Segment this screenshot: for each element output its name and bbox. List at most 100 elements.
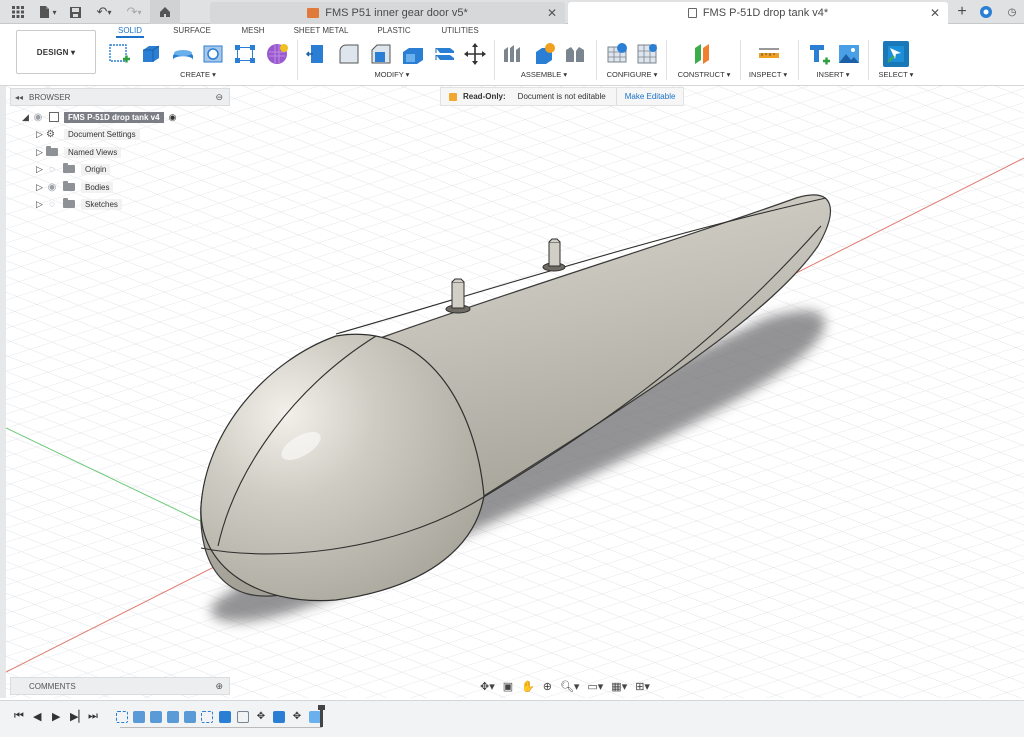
configure-menu[interactable]: CONFIGURE ▾ xyxy=(604,70,660,79)
help-icon[interactable] xyxy=(978,0,994,24)
undo-icon[interactable]: ↶ ▾ xyxy=(92,0,116,24)
zoom-window-icon[interactable]: 🔍︎▾ xyxy=(560,680,580,693)
browser-root[interactable]: ◢ ◉ FMS P-51D drop tank v4 ◉ xyxy=(22,109,176,125)
configure-table-icon[interactable] xyxy=(604,41,630,67)
combine-icon[interactable] xyxy=(432,41,458,67)
new-component-icon[interactable] xyxy=(500,41,526,67)
add-comment-icon[interactable]: ⊕ xyxy=(215,681,223,692)
expand-arrow-icon[interactable]: ▷ xyxy=(36,147,46,158)
timeline-prev-icon[interactable]: ◀ xyxy=(33,710,41,723)
timeline-marker-head[interactable] xyxy=(318,705,325,710)
tab-plastic[interactable]: PLASTIC xyxy=(376,26,412,35)
timeline-marker[interactable] xyxy=(320,707,323,727)
configure-rules-icon[interactable] xyxy=(634,41,660,67)
measure-icon[interactable] xyxy=(756,41,782,67)
close-icon[interactable]: ✕ xyxy=(930,6,940,20)
browser-item-origin[interactable]: ▷ ◌ Origin xyxy=(36,161,111,177)
select-menu[interactable]: SELECT ▾ xyxy=(876,70,916,79)
root-component-label[interactable]: FMS P-51D drop tank v4 xyxy=(64,111,164,123)
viewport-canvas[interactable] xyxy=(6,86,1024,698)
comments-panel[interactable]: COMMENTS ⊕ xyxy=(10,677,230,695)
timeline-play-icon[interactable]: ▶ xyxy=(52,710,60,723)
expand-arrow-icon[interactable]: ▷ xyxy=(36,199,46,210)
pattern-icon[interactable] xyxy=(232,41,258,67)
inspect-menu[interactable]: INSPECT ▾ xyxy=(746,70,790,79)
revolve-icon[interactable] xyxy=(170,41,196,67)
offset-plane-icon[interactable] xyxy=(690,41,716,67)
tab-utilities[interactable]: UTILITIES xyxy=(440,26,480,35)
redo-icon[interactable]: ↷ ▾ xyxy=(122,0,146,24)
form-icon[interactable] xyxy=(264,41,290,67)
tab-inner-gear-door[interactable]: FMS P51 inner gear door v5* ✕ xyxy=(210,2,565,24)
timeline-revolve-icon[interactable] xyxy=(167,711,179,723)
add-tab-icon[interactable]: + xyxy=(952,0,972,24)
extrude-icon[interactable] xyxy=(138,41,164,67)
grid-menu-icon[interactable] xyxy=(8,0,28,24)
timeline-sketch-icon[interactable] xyxy=(201,711,213,723)
tab-drop-tank[interactable]: FMS P-51D drop tank v4* ✕ xyxy=(568,2,948,24)
timeline-extrude-icon[interactable] xyxy=(219,711,231,723)
tab-surface[interactable]: SURFACE xyxy=(172,26,212,35)
timeline-last-icon[interactable]: ⏭ xyxy=(88,710,98,723)
chamfer-icon[interactable] xyxy=(368,41,394,67)
insert-canvas-icon[interactable] xyxy=(836,41,862,67)
browser-item-bodies[interactable]: ▷ ◉ Bodies xyxy=(36,179,114,195)
timeline-combine-icon[interactable] xyxy=(273,711,285,723)
activate-radio-icon[interactable]: ◉ xyxy=(169,112,177,123)
close-icon[interactable]: ✕ xyxy=(547,6,557,20)
look-at-icon[interactable]: ▣ xyxy=(503,680,513,693)
home-icon[interactable] xyxy=(150,0,180,24)
orbit-icon[interactable]: ✥▾ xyxy=(480,680,495,693)
as-built-joint-icon[interactable] xyxy=(562,41,588,67)
insert-menu[interactable]: INSERT ▾ xyxy=(812,70,854,79)
browser-item-named-views[interactable]: ▷ Named Views xyxy=(36,144,122,160)
press-pull-icon[interactable] xyxy=(304,41,330,67)
insert-derive-icon[interactable] xyxy=(806,41,832,67)
timeline-move-icon[interactable]: ✥ xyxy=(291,711,303,723)
browser-panel-header[interactable]: ◂◂ BROWSER ⊖ xyxy=(10,88,230,106)
tab-sheet-metal[interactable]: SHEET METAL xyxy=(292,26,350,35)
browser-item-sketches[interactable]: ▷ ◌ Sketches xyxy=(36,196,122,212)
eye-icon[interactable]: ◉ xyxy=(32,112,44,123)
save-icon[interactable] xyxy=(66,0,84,24)
timeline-revolve-icon[interactable] xyxy=(133,711,145,723)
expand-arrow-icon[interactable]: ▷ xyxy=(36,129,46,140)
collapse-icon[interactable]: ◂◂ xyxy=(15,93,23,102)
make-editable-button[interactable]: Make Editable xyxy=(615,88,684,105)
viewports-icon[interactable]: ⊞▾ xyxy=(635,680,650,693)
joint-icon[interactable] xyxy=(532,41,558,67)
eye-hidden-icon[interactable]: ◌ xyxy=(46,199,58,210)
collapse-arrow-icon[interactable]: ◢ xyxy=(22,112,32,123)
hole-icon[interactable] xyxy=(200,41,226,67)
timeline-next-icon[interactable]: ▶▏ xyxy=(70,710,87,723)
timeline-move-icon[interactable]: ✥ xyxy=(255,711,267,723)
tab-solid[interactable]: SOLID xyxy=(116,26,144,38)
eye-hidden-icon[interactable]: ◌ xyxy=(46,164,58,175)
workspace-switcher[interactable]: DESIGN ▾ xyxy=(16,30,96,74)
timeline-revolve-icon[interactable] xyxy=(150,711,162,723)
select-icon[interactable] xyxy=(883,41,909,67)
timeline-sketch-icon[interactable] xyxy=(116,711,128,723)
create-menu[interactable]: CREATE ▾ xyxy=(178,70,218,79)
display-settings-icon[interactable]: ▭▾ xyxy=(587,680,603,693)
shell-icon[interactable] xyxy=(400,41,426,67)
expand-arrow-icon[interactable]: ▷ xyxy=(36,164,46,175)
construct-menu[interactable]: CONSTRUCT ▾ xyxy=(674,70,734,79)
clock-icon[interactable]: ◷ xyxy=(1002,0,1022,24)
browser-toggle-icon[interactable]: ⊖ xyxy=(215,92,223,103)
timeline-revolve-icon[interactable] xyxy=(184,711,196,723)
pan-icon[interactable]: ✋ xyxy=(521,680,535,693)
expand-arrow-icon[interactable]: ▷ xyxy=(36,182,46,193)
timeline-split-icon[interactable] xyxy=(237,711,249,723)
modify-menu[interactable]: MODIFY ▾ xyxy=(372,70,412,79)
assemble-menu[interactable]: ASSEMBLE ▾ xyxy=(518,70,570,79)
browser-item-document-settings[interactable]: ▷ ⚙ Document Settings xyxy=(36,126,140,142)
tab-mesh[interactable]: MESH xyxy=(240,26,266,35)
zoom-icon[interactable]: ⊕ xyxy=(543,680,552,693)
timeline-first-icon[interactable]: ⏮ xyxy=(14,710,24,723)
file-icon[interactable]: ▾ xyxy=(36,0,58,24)
create-sketch-icon[interactable] xyxy=(106,41,132,67)
fillet-icon[interactable] xyxy=(336,41,362,67)
grid-settings-icon[interactable]: ▦▾ xyxy=(611,680,627,693)
eye-icon[interactable]: ◉ xyxy=(46,182,58,193)
